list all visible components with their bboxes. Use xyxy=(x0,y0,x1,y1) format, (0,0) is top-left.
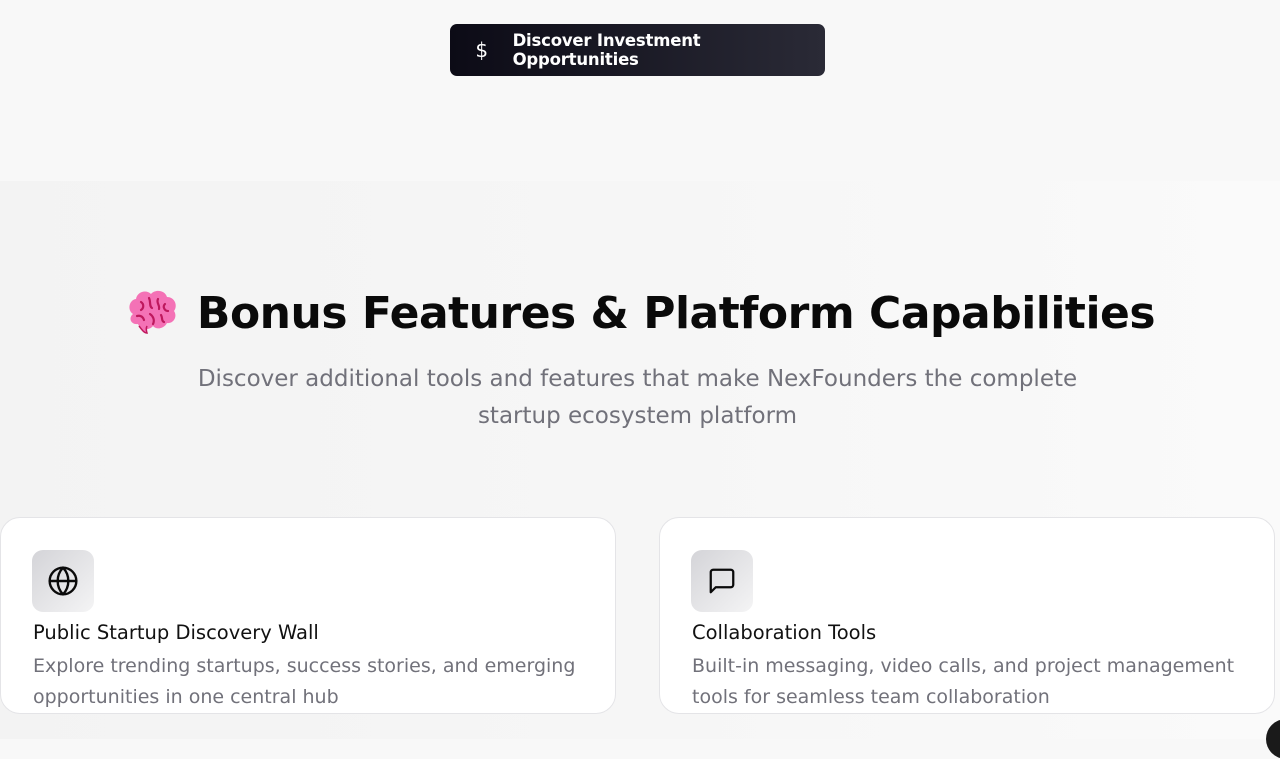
globe-icon xyxy=(48,566,78,596)
card-icon-container xyxy=(32,550,94,612)
discover-investment-button[interactable]: $ Discover Investment Opportunities xyxy=(450,24,825,76)
card-description: Built-in messaging, video calls, and pro… xyxy=(692,655,1235,708)
feature-card-collaboration-tools[interactable]: Collaboration Tools Built-in messaging, … xyxy=(659,517,1275,714)
message-square-icon xyxy=(709,568,735,594)
section-heading: Bonus Features & Platform Capabilities xyxy=(0,284,1280,344)
feature-card-discovery-wall[interactable]: Public Startup Discovery Wall Explore tr… xyxy=(0,517,616,714)
card-title: Collaboration Tools xyxy=(692,621,877,644)
card-title: Public Startup Discovery Wall xyxy=(33,621,319,644)
brain-emoji-icon xyxy=(129,290,176,334)
section-title: Bonus Features & Platform Capabilities xyxy=(196,288,1156,339)
dollar-icon: $ xyxy=(475,38,489,62)
discover-investment-label: Discover Investment Opportunities xyxy=(512,31,701,69)
card-icon-container xyxy=(691,550,753,612)
section-subtitle: Discover additional tools and features t… xyxy=(197,366,1078,429)
bonus-features-section: Bonus Features & Platform Capabilities D… xyxy=(0,181,1280,739)
top-band: $ Discover Investment Opportunities xyxy=(0,0,1280,181)
card-description: Explore trending startups, success stori… xyxy=(33,655,576,708)
